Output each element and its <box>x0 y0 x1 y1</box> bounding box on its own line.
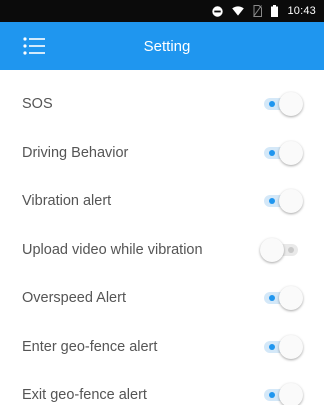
setting-label: Overspeed Alert <box>22 290 126 307</box>
do-not-disturb-icon <box>212 5 224 17</box>
toggle-switch[interactable] <box>258 188 306 214</box>
wifi-icon <box>232 6 245 16</box>
setting-label: Vibration alert <box>22 193 112 210</box>
toggle-switch[interactable] <box>258 140 306 166</box>
list-menu-icon <box>23 37 45 55</box>
setting-row[interactable]: Exit geo-fence alert <box>0 371 324 405</box>
menu-button[interactable] <box>22 34 46 58</box>
setting-row[interactable]: Upload video while vibration <box>0 226 324 275</box>
setting-row[interactable]: Vibration alert <box>0 177 324 226</box>
setting-row[interactable]: Driving Behavior <box>0 129 324 178</box>
switch-thumb <box>279 140 303 165</box>
switch-thumb <box>279 286 303 311</box>
settings-list: SOS Driving Behavior Vibration alert Upload… <box>0 80 324 405</box>
switch-thumb <box>260 237 284 262</box>
setting-row[interactable]: Enter geo-fence alert <box>0 323 324 372</box>
switch-thumb <box>279 383 303 405</box>
switch-thumb <box>279 92 303 117</box>
no-sim-icon <box>253 5 263 17</box>
battery-icon <box>271 5 279 17</box>
setting-row[interactable]: SOS <box>0 80 324 129</box>
setting-label: SOS <box>22 96 53 113</box>
toggle-switch[interactable] <box>258 237 306 263</box>
toggle-switch[interactable] <box>258 334 306 360</box>
setting-label: Exit geo-fence alert <box>22 387 147 404</box>
status-time: 10:43 <box>287 5 316 17</box>
toggle-switch[interactable] <box>258 382 306 405</box>
switch-indicator-dot <box>269 343 275 350</box>
status-bar: 10:43 <box>0 0 324 22</box>
setting-label: Upload video while vibration <box>22 241 203 258</box>
setting-label: Enter geo-fence alert <box>22 338 158 355</box>
switch-indicator-dot <box>288 246 294 253</box>
setting-row[interactable]: Overspeed Alert <box>0 274 324 323</box>
toggle-switch[interactable] <box>258 285 306 311</box>
setting-label: Driving Behavior <box>22 144 129 161</box>
switch-indicator-dot <box>269 149 275 156</box>
switch-thumb <box>279 189 303 214</box>
toggle-switch[interactable] <box>258 91 306 117</box>
switch-thumb <box>279 334 303 359</box>
page-title: Setting <box>143 37 191 55</box>
app-bar: Setting <box>0 22 324 70</box>
